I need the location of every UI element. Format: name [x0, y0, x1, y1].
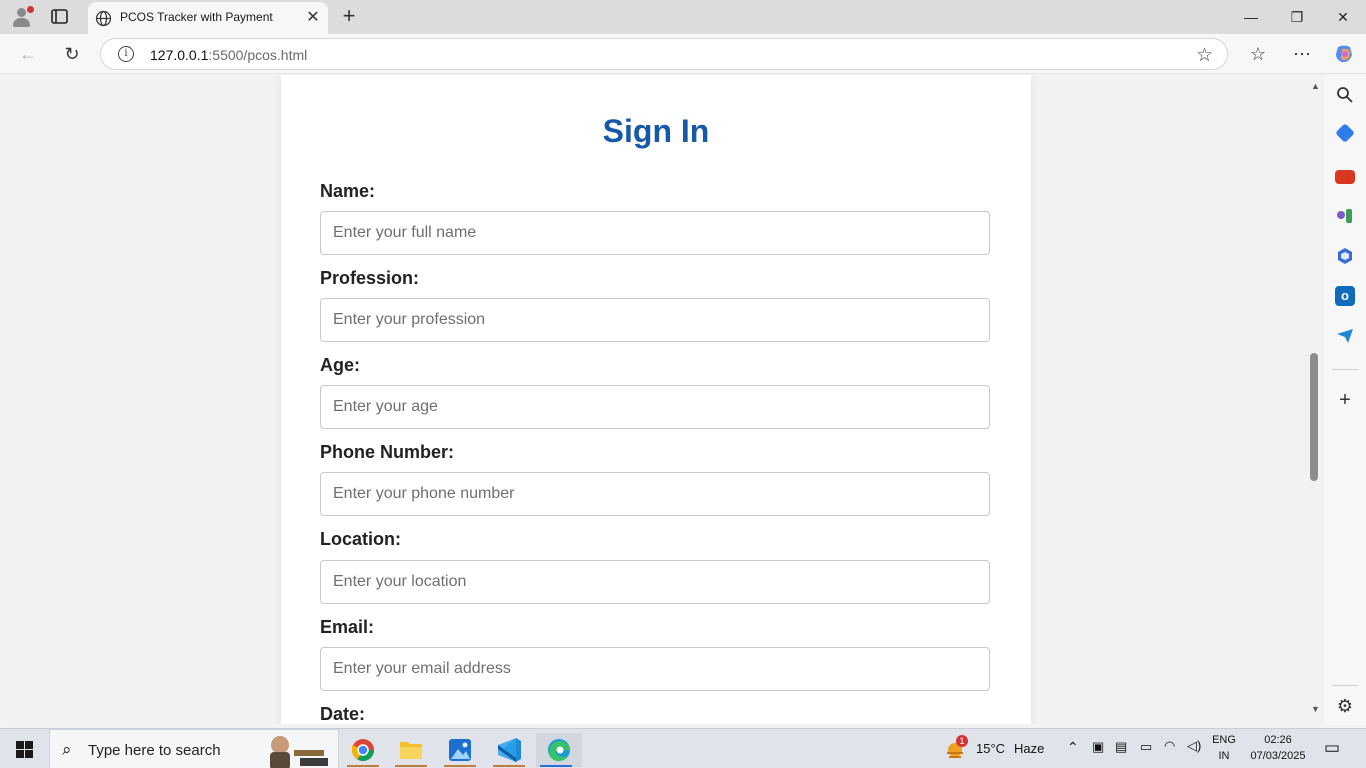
phone-input[interactable] [320, 472, 990, 516]
scroll-up-icon[interactable]: ▲ [1311, 81, 1320, 91]
name-label: Name: [320, 181, 376, 201]
email-input[interactable] [320, 647, 990, 691]
language-top[interactable]: ENG [1208, 734, 1240, 746]
browser-titlebar: PCOS Tracker with Payment ✕ + — ❐ ✕ [0, 0, 1366, 34]
name-input[interactable] [320, 211, 990, 255]
tray-chevron-icon[interactable]: ⌃ [1067, 739, 1079, 756]
weather-badge: 1 [956, 735, 968, 747]
clock-time[interactable]: 02:26 [1244, 734, 1312, 746]
profession-label: Profession: [320, 268, 420, 288]
profession-input[interactable] [320, 298, 990, 342]
location-input[interactable] [320, 560, 990, 604]
new-tab-button[interactable]: + [338, 5, 360, 28]
games-icon[interactable] [1335, 206, 1355, 226]
windows-start-icon[interactable] [16, 741, 33, 758]
tab-actions-icon[interactable] [50, 8, 70, 26]
refresh-button[interactable]: ↻ [58, 40, 86, 68]
profile-icon[interactable] [10, 6, 34, 28]
tab-title: PCOS Tracker with Payment [120, 10, 273, 24]
windows-taskbar: ⌕ Type here to search 1 15°C Haze ⌃ ▣ ▤ … [0, 728, 1366, 768]
weather-temp[interactable]: 15°C [976, 741, 1005, 756]
email-label: Email: [320, 617, 375, 637]
phone-label: Phone Number: [320, 442, 455, 462]
shopping-tag-icon[interactable] [1335, 123, 1355, 143]
notifications-icon[interactable]: ▭ [1324, 738, 1340, 758]
copilot-icon[interactable] [1330, 40, 1358, 68]
close-window-button[interactable]: ✕ [1320, 0, 1366, 34]
wifi-icon[interactable]: ◠ [1164, 738, 1175, 754]
page-viewport: Sign In Name: Profession: Age: Phone Num… [4, 75, 1323, 724]
add-icon[interactable]: + [1335, 390, 1355, 410]
favorites-icon[interactable]: ☆ [1244, 40, 1272, 68]
weather-icon[interactable]: 1 [944, 735, 968, 760]
sidebar-divider [1332, 369, 1358, 370]
search-icon[interactable] [1335, 86, 1355, 106]
toolbox-icon[interactable] [1335, 170, 1355, 184]
age-label: Age: [320, 355, 360, 375]
taskbar-photos[interactable] [440, 733, 480, 767]
taskbar-chrome[interactable] [343, 733, 383, 767]
language-bottom[interactable]: IN [1208, 750, 1240, 762]
m365-icon[interactable] [1335, 246, 1355, 266]
taskbar-vscode[interactable] [489, 733, 529, 767]
edge-sidebar: o + ⚙ [1324, 75, 1366, 725]
tab-close-icon[interactable]: ✕ [304, 9, 322, 27]
clock-date[interactable]: 07/03/2025 [1244, 750, 1312, 762]
settings-gear-icon[interactable]: ⚙ [1335, 696, 1355, 716]
signin-card: Sign In Name: Profession: Age: Phone Num… [281, 75, 1031, 724]
send-icon[interactable] [1335, 326, 1355, 346]
page-title: Sign In [602, 113, 710, 149]
favorite-star-icon[interactable]: ☆ [1196, 44, 1213, 67]
scroll-down-icon[interactable]: ▼ [1311, 704, 1320, 714]
taskbar-file-explorer[interactable] [391, 733, 431, 767]
more-menu-icon[interactable]: ⋯ [1288, 40, 1316, 68]
weather-desc[interactable]: Haze [1014, 741, 1044, 756]
battery-icon[interactable]: ▭ [1140, 739, 1152, 755]
url-text: 127.0.0.1:5500/pcos.html [150, 47, 308, 63]
date-label: Date: [320, 704, 366, 724]
search-highlight-icon [270, 736, 328, 768]
outlook-icon[interactable]: o [1335, 286, 1355, 306]
site-info-icon[interactable]: i [118, 46, 134, 62]
address-bar[interactable]: i 127.0.0.1:5500/pcos.html ☆ [100, 38, 1228, 70]
page-scrollbar[interactable]: ▲ ▼ [1307, 75, 1323, 724]
age-input[interactable] [320, 385, 990, 429]
scroll-thumb[interactable] [1310, 353, 1318, 481]
sidebar-divider [1332, 685, 1358, 686]
restore-button[interactable]: ❐ [1274, 0, 1320, 34]
tray-app-icon[interactable]: ▤ [1115, 739, 1127, 755]
back-button[interactable]: ← [14, 40, 42, 68]
location-label: Location: [320, 529, 401, 549]
globe-icon [95, 10, 112, 27]
search-icon: ⌕ [62, 740, 72, 759]
taskbar-search-placeholder: Type here to search [88, 742, 221, 759]
meet-icon[interactable]: ▣ [1092, 739, 1104, 755]
volume-icon[interactable]: ◁) [1187, 738, 1201, 754]
minimize-button[interactable]: — [1228, 0, 1274, 34]
taskbar-edge[interactable] [536, 733, 582, 767]
browser-navbar: ← ↻ i 127.0.0.1:5500/pcos.html ☆ ☆ ⋯ [0, 34, 1366, 74]
browser-tab[interactable]: PCOS Tracker with Payment ✕ [88, 2, 328, 34]
taskbar-search[interactable]: ⌕ Type here to search [49, 729, 339, 768]
